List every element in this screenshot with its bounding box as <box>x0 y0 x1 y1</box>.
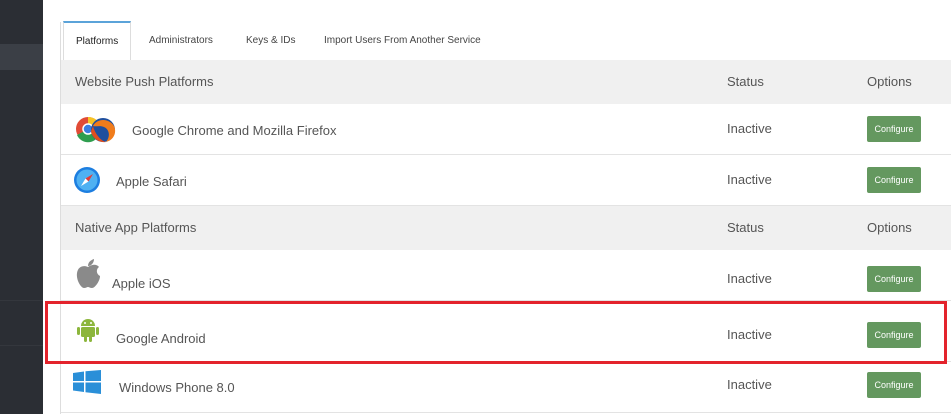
status-text: Inactive <box>727 271 772 286</box>
platform-row-windows-phone: Windows Phone 8.0 Inactive Configure <box>61 362 951 413</box>
platform-name: Apple iOS <box>112 276 171 291</box>
platforms-panel: Platforms Administrators Keys & IDs Impo… <box>60 21 951 414</box>
configure-button[interactable]: Configure <box>867 372 921 398</box>
status-text: Inactive <box>727 327 772 342</box>
configure-button[interactable]: Configure <box>867 266 921 292</box>
tab-import-users[interactable]: Import Users From Another Service <box>324 22 481 60</box>
platform-name: Apple Safari <box>116 174 187 189</box>
options-column-header: Options <box>867 74 912 89</box>
website-section-header: Website Push Platforms Status Options <box>61 60 951 105</box>
configure-button[interactable]: Configure <box>867 116 921 142</box>
platform-row-chrome-firefox: Google Chrome and Mozilla Firefox Inacti… <box>61 104 951 155</box>
status-text: Inactive <box>727 377 772 392</box>
status-text: Inactive <box>727 121 772 136</box>
apple-icon <box>75 259 101 294</box>
sidebar-divider <box>0 345 43 346</box>
native-section-header: Native App Platforms Status Options <box>61 206 951 251</box>
platform-row-ios: Apple iOS Inactive Configure <box>61 250 951 301</box>
platform-row-android: Google Android Inactive Configure <box>61 301 951 362</box>
configure-button[interactable]: Configure <box>867 322 921 348</box>
android-icon <box>76 317 100 348</box>
status-text: Inactive <box>727 172 772 187</box>
sidebar <box>0 0 43 414</box>
status-column-header: Status <box>727 220 764 235</box>
chrome-firefox-icon <box>73 114 119 149</box>
tab-bar: Platforms Administrators Keys & IDs Impo… <box>61 21 951 63</box>
safari-icon <box>73 166 101 199</box>
windows-icon <box>73 370 101 399</box>
sidebar-divider <box>0 300 43 301</box>
platform-row-safari: Apple Safari Inactive Configure <box>61 155 951 206</box>
tab-platforms[interactable]: Platforms <box>63 21 132 63</box>
tab-keys-ids[interactable]: Keys & IDs <box>246 22 295 60</box>
section-title: Website Push Platforms <box>75 74 214 89</box>
tab-administrators[interactable]: Administrators <box>149 22 213 60</box>
section-title: Native App Platforms <box>75 220 197 235</box>
platform-name: Google Android <box>116 331 206 346</box>
sidebar-active-item[interactable] <box>0 44 43 70</box>
options-column-header: Options <box>867 220 912 235</box>
configure-button[interactable]: Configure <box>867 167 921 193</box>
status-column-header: Status <box>727 74 764 89</box>
platform-name: Google Chrome and Mozilla Firefox <box>132 123 337 138</box>
platform-name: Windows Phone 8.0 <box>119 380 235 395</box>
